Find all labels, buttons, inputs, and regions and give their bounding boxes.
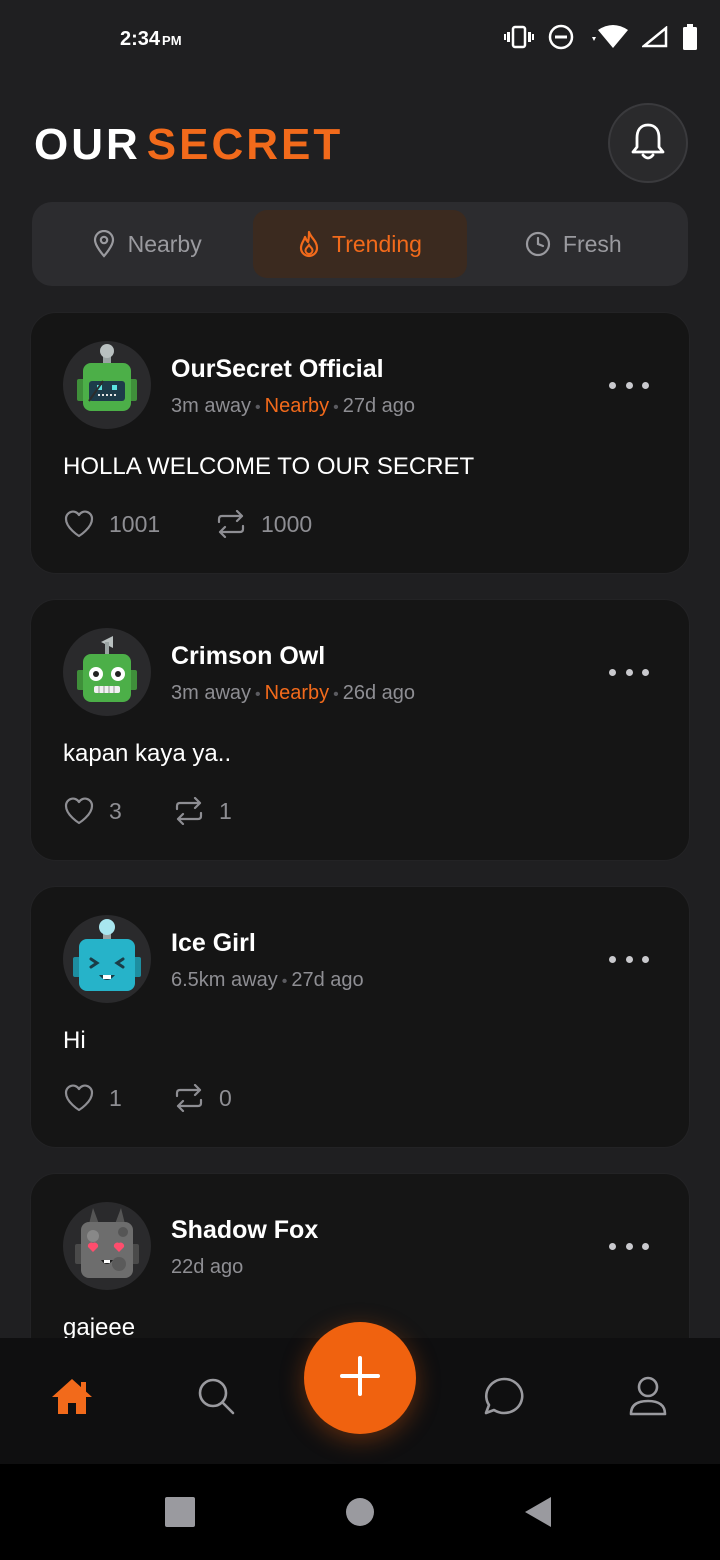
like-count: 3 bbox=[109, 797, 122, 824]
repost-icon bbox=[173, 797, 205, 825]
heart-icon bbox=[63, 509, 95, 539]
system-nav-bar bbox=[0, 1464, 720, 1560]
post-time: 26d ago bbox=[342, 682, 416, 704]
post-meta: 3m away • Nearby • 26d ago bbox=[171, 682, 416, 704]
do-not-disturb-icon bbox=[548, 24, 574, 50]
post-time: 27d ago bbox=[342, 395, 416, 417]
back-button[interactable] bbox=[518, 1494, 558, 1534]
app-title-secret: SECRET bbox=[146, 120, 344, 169]
signal-icon bbox=[642, 26, 668, 48]
status-icons bbox=[504, 24, 698, 50]
status-time-value: 2:34 bbox=[120, 28, 161, 50]
post-card[interactable]: Shadow Fox 22d ago gajeee bbox=[30, 1173, 690, 1338]
tab-trending-label: Trending bbox=[332, 230, 422, 257]
post-more-button[interactable] bbox=[609, 373, 649, 397]
post-tag: Nearby bbox=[264, 682, 330, 704]
nav-profile[interactable] bbox=[618, 1368, 678, 1428]
post-more-button[interactable] bbox=[609, 1234, 649, 1258]
status-bar: 2:34 PM bbox=[0, 0, 720, 80]
post-author[interactable]: Shadow Fox bbox=[171, 1216, 318, 1245]
post-text: gajeee bbox=[63, 1314, 136, 1338]
wifi-icon bbox=[588, 24, 628, 50]
like-count: 1001 bbox=[109, 510, 161, 537]
post-time: 22d ago bbox=[171, 1256, 244, 1278]
post-more-button[interactable] bbox=[609, 947, 649, 971]
like-count: 1 bbox=[109, 1084, 122, 1111]
chat-icon bbox=[483, 1376, 525, 1421]
home-system-button[interactable] bbox=[340, 1494, 380, 1534]
post-text: HOLLA WELCOME TO OUR SECRET bbox=[63, 453, 475, 480]
status-time-ampm: PM bbox=[162, 33, 182, 48]
search-icon bbox=[196, 1376, 236, 1421]
post-meta: 22d ago bbox=[171, 1256, 243, 1279]
post-card[interactable]: Ice Girl 6.5km away • 27d ago Hi 1 0 bbox=[30, 886, 690, 1148]
green-robot-avatar[interactable] bbox=[63, 341, 151, 429]
app-header: OUR SECRET bbox=[0, 100, 720, 186]
gray-robot-heart-eyes-avatar[interactable] bbox=[63, 1202, 151, 1290]
post-distance: 3m away bbox=[171, 682, 252, 704]
repost-icon bbox=[215, 510, 247, 538]
heart-icon bbox=[63, 1083, 95, 1113]
person-icon bbox=[628, 1375, 668, 1422]
vibrate-icon bbox=[504, 25, 534, 49]
post-time: 27d ago bbox=[291, 969, 364, 991]
like-button[interactable]: 3 bbox=[63, 796, 173, 826]
post-card[interactable]: OurSecret Official 3m away • Nearby • 27d ag… bbox=[30, 312, 690, 574]
nav-search[interactable] bbox=[186, 1368, 246, 1428]
feed-tabs: Nearby Trending Fresh bbox=[32, 202, 688, 286]
post-more-button[interactable] bbox=[609, 660, 649, 684]
post-text: Hi bbox=[63, 1027, 86, 1054]
blue-robot-avatar[interactable] bbox=[63, 915, 151, 1003]
post-author[interactable]: Crimson Owl bbox=[171, 642, 325, 671]
home-icon bbox=[50, 1376, 94, 1421]
nav-home[interactable] bbox=[42, 1368, 102, 1428]
post-actions: 1 0 bbox=[63, 1083, 232, 1113]
status-time: 2:34 PM bbox=[120, 28, 182, 51]
repost-icon bbox=[173, 1084, 205, 1112]
circle-icon bbox=[345, 1497, 375, 1532]
repost-button[interactable]: 1000 bbox=[215, 510, 312, 538]
repost-button[interactable]: 1 bbox=[173, 797, 232, 825]
post-actions: 3 1 bbox=[63, 796, 232, 826]
location-pin-icon bbox=[92, 230, 116, 258]
back-triangle-icon bbox=[523, 1495, 553, 1534]
nav-messages[interactable] bbox=[474, 1368, 534, 1428]
tab-nearby[interactable]: Nearby bbox=[40, 210, 253, 278]
app-title-our: OUR bbox=[34, 120, 141, 169]
post-distance: 3m away bbox=[171, 395, 252, 417]
post-author[interactable]: Ice Girl bbox=[171, 929, 256, 958]
post-distance: 6.5km away bbox=[171, 969, 278, 991]
post-meta: 6.5km away • 27d ago bbox=[171, 969, 364, 991]
create-post-button[interactable] bbox=[304, 1322, 416, 1434]
tab-trending[interactable]: Trending bbox=[253, 210, 467, 278]
tab-fresh-label: Fresh bbox=[562, 230, 622, 257]
like-button[interactable]: 1001 bbox=[63, 509, 215, 539]
post-actions: 1001 1000 bbox=[63, 509, 312, 539]
repost-count: 1 bbox=[219, 797, 232, 824]
tab-fresh[interactable]: Fresh bbox=[467, 210, 680, 278]
notifications-button[interactable] bbox=[608, 103, 688, 183]
plus-icon bbox=[340, 1355, 380, 1401]
bell-icon bbox=[629, 121, 667, 166]
post-card[interactable]: Crimson Owl 3m away • Nearby • 26d ago kapan… bbox=[30, 599, 690, 861]
tab-nearby-label: Nearby bbox=[127, 230, 202, 257]
post-text: kapan kaya ya.. bbox=[63, 740, 232, 767]
heart-icon bbox=[63, 796, 95, 826]
repost-count: 1000 bbox=[261, 510, 313, 537]
post-feed: OurSecret Official 3m away • Nearby • 27d ag… bbox=[0, 312, 720, 1338]
post-tag: Nearby bbox=[264, 395, 330, 417]
repost-count: 0 bbox=[219, 1084, 232, 1111]
like-button[interactable]: 1 bbox=[63, 1083, 173, 1113]
battery-icon bbox=[682, 24, 698, 50]
clock-icon bbox=[525, 231, 551, 257]
flame-icon bbox=[298, 230, 320, 258]
repost-button[interactable]: 0 bbox=[173, 1084, 232, 1112]
green-robot-antenna-avatar[interactable] bbox=[63, 628, 151, 716]
recents-button[interactable] bbox=[160, 1494, 200, 1534]
post-author[interactable]: OurSecret Official bbox=[171, 355, 384, 384]
post-meta: 3m away • Nearby • 27d ago bbox=[171, 395, 416, 417]
square-icon bbox=[165, 1496, 195, 1532]
app-title: OUR SECRET bbox=[34, 120, 343, 170]
